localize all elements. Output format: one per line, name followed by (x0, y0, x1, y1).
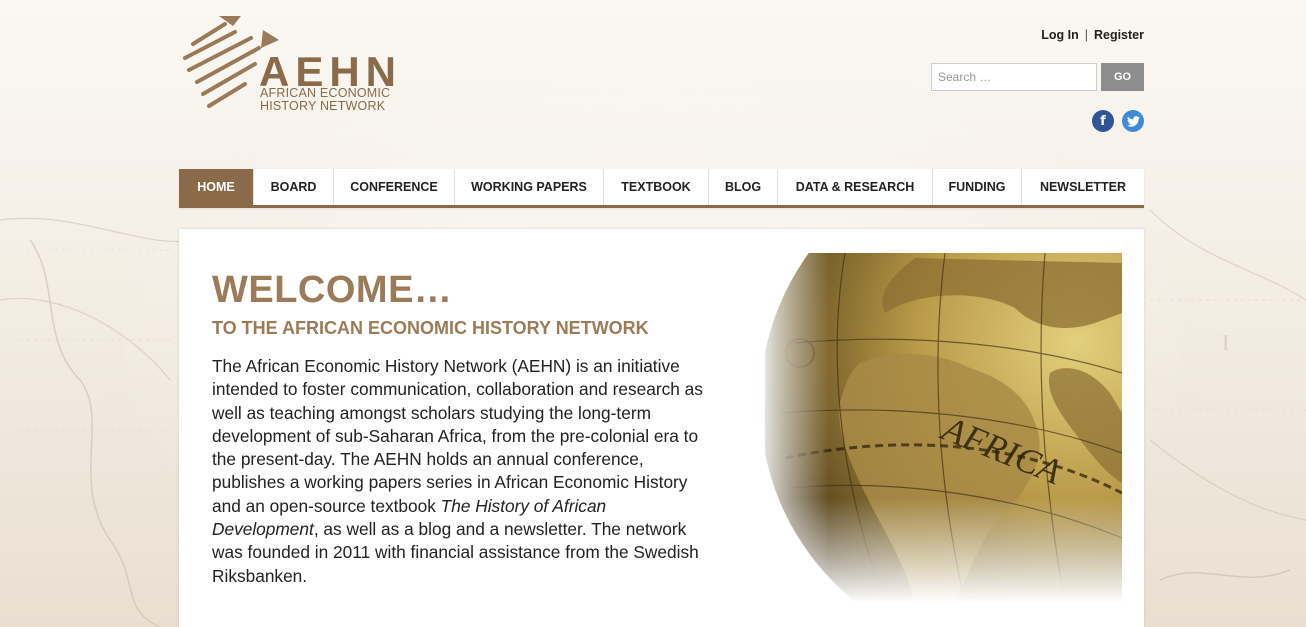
intro-text-part1: The African Economic History Network (AE… (212, 356, 703, 516)
login-link[interactable]: Log In (1041, 28, 1079, 42)
welcome-heading: WELCOME… (212, 269, 453, 311)
nav-item-board[interactable]: BOARD (254, 169, 334, 205)
nav-item-funding[interactable]: FUNDING (933, 169, 1022, 205)
logo-subtitle-line2: HISTORY NETWORK (260, 99, 386, 113)
twitter-bird-icon (1126, 115, 1140, 127)
nav-item-newsletter[interactable]: NEWSLETTER (1022, 169, 1144, 205)
twitter-icon[interactable] (1122, 110, 1144, 132)
account-separator: | (1084, 28, 1088, 42)
nav-item-blog[interactable]: BLOG (709, 169, 778, 205)
nav-item-working-papers[interactable]: WORKING PAPERS (455, 169, 604, 205)
globe-africa-image: AFRICA (765, 253, 1122, 603)
welcome-card: WELCOME… TO THE AFRICAN ECONOMIC HISTORY… (179, 229, 1144, 627)
register-link[interactable]: Register (1094, 28, 1144, 42)
search-go-button[interactable]: GO (1101, 63, 1144, 91)
site-logo[interactable]: AEHN AFRICAN ECONOMIC HISTORY NETWORK (179, 12, 409, 122)
logo-subtitle: AFRICAN ECONOMIC HISTORY NETWORK (260, 87, 420, 113)
main-nav: HOME BOARD CONFERENCE WORKING PAPERS TEX… (179, 169, 1144, 208)
nav-item-data-research[interactable]: DATA & RESEARCH (778, 169, 933, 205)
social-links: f (1092, 110, 1144, 132)
welcome-subheading: TO THE AFRICAN ECONOMIC HISTORY NETWORK (212, 318, 649, 338)
account-links: Log In | Register (1041, 28, 1144, 42)
facebook-icon[interactable]: f (1092, 110, 1114, 132)
page-container: AEHN AFRICAN ECONOMIC HISTORY NETWORK Lo… (179, 0, 1144, 627)
search-input[interactable] (931, 63, 1097, 91)
nav-item-home[interactable]: HOME (179, 169, 254, 205)
nav-item-conference[interactable]: CONFERENCE (334, 169, 455, 205)
svg-text:I: I (1222, 330, 1229, 355)
nav-item-textbook[interactable]: TEXTBOOK (604, 169, 709, 205)
intro-paragraph: The African Economic History Network (AE… (212, 355, 707, 588)
